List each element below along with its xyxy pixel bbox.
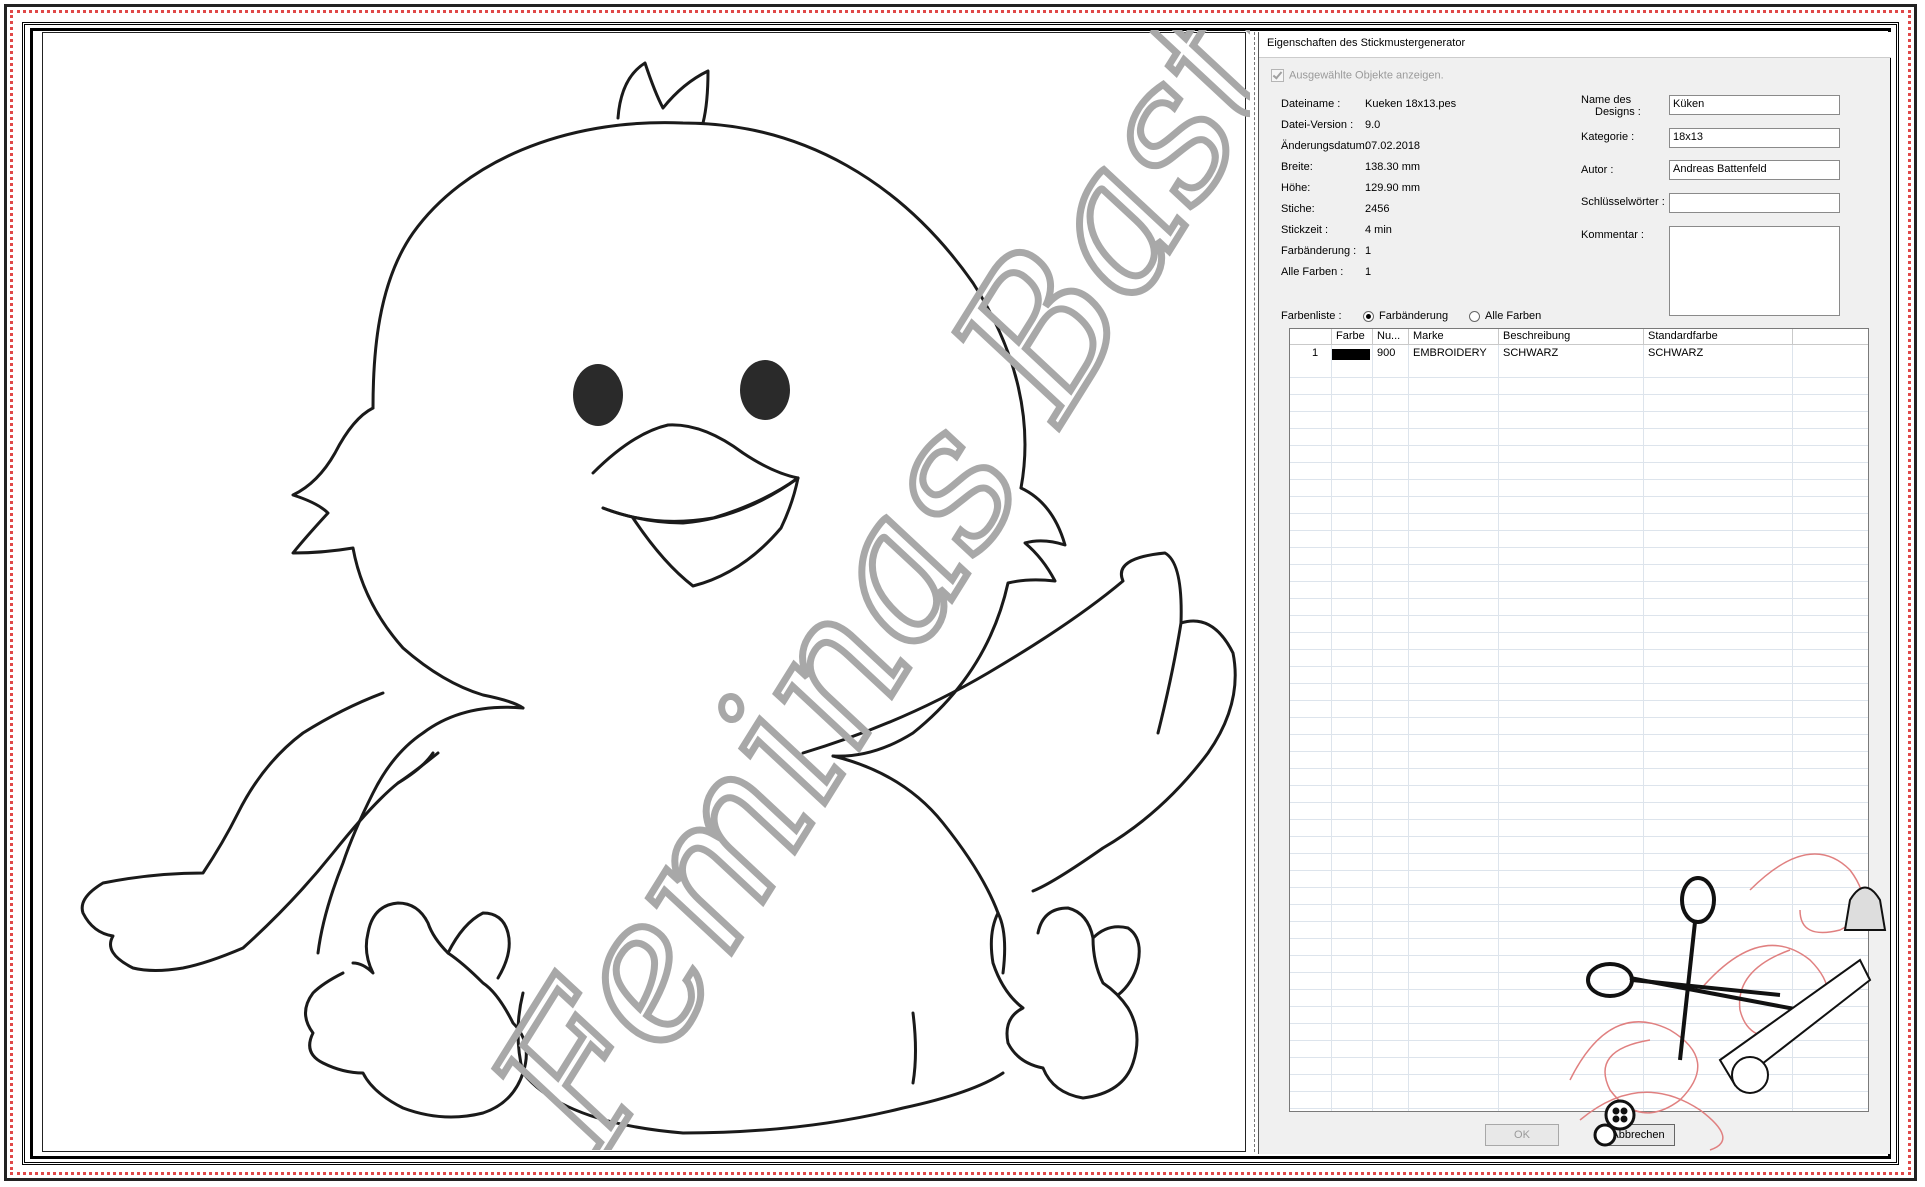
- header-brand[interactable]: Marke: [1409, 329, 1499, 345]
- left-eye: [573, 364, 623, 426]
- info-value: Kueken 18x13.pes: [1365, 98, 1457, 110]
- dialog-title: Eigenschaften des Stickmustergenerator: [1259, 32, 1891, 58]
- left-wing: [80, 691, 435, 972]
- table-header: Farbe Nu... Marke Beschreibung Standardf…: [1290, 329, 1868, 345]
- col-separator: [1498, 329, 1499, 1111]
- header-index[interactable]: [1290, 329, 1332, 345]
- header-number[interactable]: Nu...: [1373, 329, 1409, 345]
- design-name-input[interactable]: Küken: [1669, 95, 1840, 115]
- radio-all-colors-label: Alle Farben: [1485, 310, 1542, 322]
- category-label: Kategorie :: [1581, 131, 1635, 143]
- info-value: 9.0: [1365, 119, 1381, 131]
- info-value: 2456: [1365, 203, 1390, 215]
- radio-all-colors[interactable]: Alle Farben: [1469, 310, 1541, 326]
- info-label: Farbänderung :: [1281, 245, 1357, 257]
- col-separator: [1792, 329, 1793, 1111]
- header-color[interactable]: Farbe: [1332, 329, 1373, 345]
- row-number: 900: [1377, 347, 1396, 359]
- right-foot: [989, 906, 1139, 1100]
- info-value: 07.02.2018: [1365, 140, 1421, 152]
- chick-body: [316, 705, 525, 955]
- info-label: Stiche:: [1281, 203, 1315, 215]
- author-input[interactable]: Andreas Battenfeld: [1669, 160, 1840, 180]
- header-description[interactable]: Beschreibung: [1499, 329, 1644, 345]
- info-value: 1: [1365, 266, 1372, 278]
- info-label: Dateiname :: [1281, 98, 1341, 110]
- right-wing: [801, 551, 1237, 893]
- chick-embroidery-design: [80, 61, 1237, 1135]
- comment-label: Kommentar :: [1581, 229, 1644, 241]
- info-label: Datei-Version :: [1281, 119, 1354, 131]
- right-foot-toe: [1091, 925, 1141, 997]
- info-value: 1: [1365, 245, 1372, 257]
- row-index: 1: [1312, 347, 1319, 359]
- row-color-swatch: [1332, 346, 1370, 362]
- canvas-separator: [1254, 32, 1255, 1152]
- keywords-label: Schlüsselwörter :: [1581, 196, 1665, 208]
- category-input[interactable]: 18x13: [1669, 128, 1840, 148]
- radio-color-change[interactable]: Farbänderung: [1363, 310, 1448, 326]
- right-cheek: [831, 486, 1067, 758]
- color-table[interactable]: Farbe Nu... Marke Beschreibung Standardf…: [1289, 328, 1869, 1112]
- row-default-color: SCHWARZ: [1648, 347, 1704, 359]
- col-separator: [1408, 329, 1409, 1111]
- info-label: Alle Farben :: [1281, 266, 1344, 278]
- right-wing-inner: [1156, 621, 1183, 735]
- radio-color-change-label: Farbänderung: [1379, 310, 1449, 322]
- info-label: Änderungsdatum:: [1281, 140, 1368, 152]
- head-tuft: [616, 61, 710, 125]
- checkbox-icon: [1271, 69, 1284, 82]
- beak-upper: [591, 423, 800, 523]
- left-foot-toe1: [446, 911, 511, 980]
- chick-head: [371, 121, 1027, 490]
- info-label: Breite:: [1281, 161, 1313, 173]
- comment-textarea[interactable]: [1669, 226, 1840, 316]
- info-value: 138.30 mm: [1365, 161, 1421, 173]
- col-separator: [1372, 329, 1373, 1111]
- left-wing-line: [396, 751, 440, 785]
- info-value: 129.90 mm: [1365, 182, 1421, 194]
- beak-line: [601, 476, 800, 525]
- design-name-label: Name des Designs :: [1581, 94, 1671, 118]
- show-selected-checkbox[interactable]: Ausgewählte Objekte anzeigen.: [1271, 69, 1444, 85]
- row-description: SCHWARZ: [1503, 347, 1559, 359]
- right-eye: [740, 360, 790, 420]
- header-default-color[interactable]: Standardfarbe: [1644, 329, 1793, 345]
- row-brand: EMBROIDERY: [1413, 347, 1487, 359]
- chick-body-right: [831, 754, 1007, 975]
- radio-unselected-icon: [1469, 310, 1480, 322]
- info-label: Stickzeit :: [1281, 224, 1329, 236]
- belly-curve-right: [911, 1011, 917, 1085]
- left-foot: [304, 901, 528, 1119]
- left-cheek: [291, 406, 525, 710]
- col-separator: [1643, 329, 1644, 1111]
- info-value: 4 min: [1365, 224, 1392, 236]
- chick-bottom: [521, 1071, 1005, 1135]
- author-label: Autor :: [1581, 164, 1614, 176]
- keywords-input[interactable]: [1669, 193, 1840, 213]
- design-name-label-line2: Designs :: [1595, 106, 1641, 118]
- color-list-label: Farbenliste :: [1281, 310, 1342, 322]
- design-canvas[interactable]: [42, 32, 1246, 1152]
- col-separator: [1331, 329, 1332, 1111]
- show-selected-label: Ausgewählte Objekte anzeigen.: [1289, 69, 1444, 82]
- cancel-button[interactable]: Abbrechen: [1601, 1124, 1675, 1146]
- properties-dialog: Eigenschaften des Stickmustergenerator A…: [1258, 32, 1891, 1154]
- ok-button[interactable]: OK: [1485, 1124, 1559, 1146]
- radio-selected-icon: [1363, 310, 1374, 322]
- grid-lines: [1290, 361, 1868, 1111]
- design-name-label-line1: Name des: [1581, 94, 1632, 106]
- info-label: Höhe:: [1281, 182, 1311, 194]
